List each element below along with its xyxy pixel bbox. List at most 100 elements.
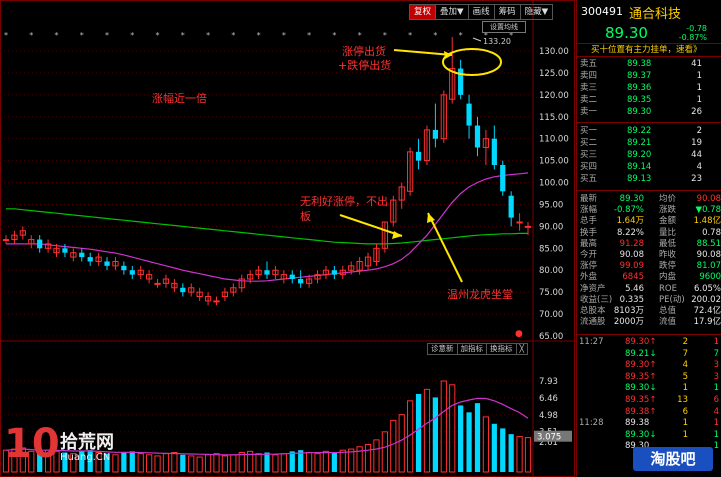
volume-bar: [255, 453, 262, 473]
buy-level-label: 买一: [580, 126, 598, 136]
chip-button[interactable]: 筹码: [494, 4, 521, 20]
tick-price: 89.35↑: [625, 395, 657, 405]
draw-line-button[interactable]: 画线: [468, 4, 495, 20]
candle-body: [298, 279, 304, 284]
stat-row: 涨停 99.09 跌停 81.07: [577, 260, 721, 272]
volume-bar: [508, 434, 514, 472]
event-marker: *: [307, 31, 311, 40]
sell-level-label: 卖三: [580, 83, 598, 93]
high-price-label: 133.20: [483, 37, 511, 46]
event-marker: *: [55, 31, 59, 40]
price-change: -0.78: [686, 24, 707, 33]
tick-divider: [577, 334, 721, 335]
event-marker: *: [408, 31, 412, 40]
price-tick-label: 125.00: [539, 69, 569, 79]
stat-row: 收益(三) 0.335 PE(动) 200.02: [577, 294, 721, 306]
set-ma-button[interactable]: 设置均线: [482, 21, 526, 33]
overlay-dropdown[interactable]: 叠加▼: [436, 4, 469, 20]
volume-tick-label: 7.93: [539, 377, 558, 387]
sell-level-volume: 1: [696, 71, 702, 81]
event-marker: *: [29, 31, 33, 40]
volume-bar: [432, 397, 438, 472]
candle-body: [154, 282, 161, 285]
tick-price: 89.38: [625, 418, 650, 429]
volume-bar: [415, 393, 422, 472]
buy-level-row[interactable]: 买三 89.20 44: [577, 149, 721, 161]
volume-bar: [264, 452, 270, 472]
sell-level-price: 89.35: [627, 95, 652, 105]
stat-row: 换手 8.22% 量比 0.78: [577, 227, 721, 239]
main-force-message[interactable]: 买十位置有主力挂单，速看》: [577, 43, 721, 57]
volume-bar: [466, 412, 472, 472]
stat-label: 流值: [659, 317, 677, 328]
stat-row: 最新 89.30 均价 90.08: [577, 193, 721, 205]
volume-bar: [390, 419, 397, 473]
buy-level-row[interactable]: 买二 89.21 19: [577, 137, 721, 149]
volume-bar: [440, 380, 447, 473]
buy-level-volume: 4: [696, 162, 702, 172]
highlight-ellipse: [442, 48, 502, 76]
price-tick-label: 105.00: [539, 157, 569, 167]
candle-body: [500, 165, 506, 192]
price-tick-label: 85.00: [539, 244, 563, 254]
stat-row: 涨幅 -0.87% 涨跌 ▼0.78: [577, 204, 721, 216]
price-tick-label: 115.00: [539, 113, 569, 123]
stat-value: 90.08: [696, 194, 721, 204]
volume-bar: [322, 450, 330, 473]
add-indicator-tab[interactable]: 加指标: [457, 343, 487, 355]
buy-level-row[interactable]: 买一 89.22 2: [577, 125, 721, 137]
diagnose-tab[interactable]: 诊意新: [427, 343, 458, 355]
sell-level-row[interactable]: 卖三 89.36 1: [577, 82, 721, 94]
buy-level-row[interactable]: 买四 89.14 4: [577, 161, 721, 173]
sell-level-volume: 26: [691, 107, 702, 117]
event-marker: *: [206, 31, 210, 40]
price-tick-label: 65.00: [539, 332, 563, 342]
tick-count: 3: [713, 371, 719, 382]
candle-body: [104, 261, 110, 266]
tick-volume: 7: [682, 348, 688, 359]
kline-chart[interactable]: 130.00 125.00 120.00 115.00 110.00 105.00 100.…: [0, 0, 575, 477]
candle-body: [79, 252, 85, 258]
volume-bar: [121, 452, 127, 472]
candle-body: [491, 138, 497, 165]
sell-level-row[interactable]: 卖五 89.38 41: [577, 58, 721, 70]
sell-level-row[interactable]: 卖二 89.35 1: [577, 94, 721, 106]
site-logo-number: 10: [4, 421, 60, 467]
stat-label: 今开: [580, 250, 598, 260]
current-price: 89.30: [605, 24, 648, 42]
candle-body: [331, 270, 337, 275]
stat-row: 总股本 8103万 总值 72.4亿: [577, 305, 721, 317]
buy-level-row[interactable]: 买五 89.13 23: [577, 173, 721, 185]
volume-bar: [230, 454, 237, 473]
candle-body: [524, 225, 532, 228]
volume-bar: [331, 452, 337, 472]
stat-value: 90.08: [619, 250, 644, 260]
stat-label: 涨跌: [659, 205, 677, 216]
price-tick-label: 110.00: [539, 135, 569, 145]
restore-rights-button[interactable]: 复权: [409, 4, 437, 20]
sell-level-price: 89.30: [627, 107, 652, 117]
tick-price: 89.30↑: [625, 360, 657, 371]
buy-level-label: 买三: [580, 150, 598, 160]
tick-row: 89.30↓ 1 1: [577, 383, 721, 394]
stat-value: 90.08: [696, 250, 721, 260]
stat-label: 涨幅: [580, 205, 598, 216]
stat-value: -0.87%: [613, 205, 644, 216]
hide-dropdown[interactable]: 隐藏▼: [520, 4, 554, 20]
quote-panel: 300491 通合科技 89.30 -0.78 -0.87% 买十位置有主力挂单…: [576, 0, 721, 477]
annotation-wenzhou: 温州龙虎坐堂: [447, 288, 513, 301]
price-tick-label: 80.00: [539, 266, 563, 276]
sell-level-row[interactable]: 卖四 89.37 1: [577, 70, 721, 82]
sell-level-volume: 41: [691, 59, 702, 69]
close-indicator-button[interactable]: ╳: [516, 343, 529, 355]
volume-bar: [112, 454, 119, 473]
change-indicator-tab[interactable]: 换指标: [487, 343, 517, 355]
stat-label: 外盘: [580, 272, 598, 283]
sell-level-row[interactable]: 卖一 89.30 26: [577, 106, 721, 118]
stat-value: 1.64万: [616, 216, 644, 227]
annotation-arrow: [427, 212, 463, 283]
buy-level-volume: 44: [691, 150, 702, 160]
volume-bar: [137, 453, 144, 473]
buy-level-volume: 19: [691, 138, 702, 148]
volume-bar: [162, 453, 170, 473]
